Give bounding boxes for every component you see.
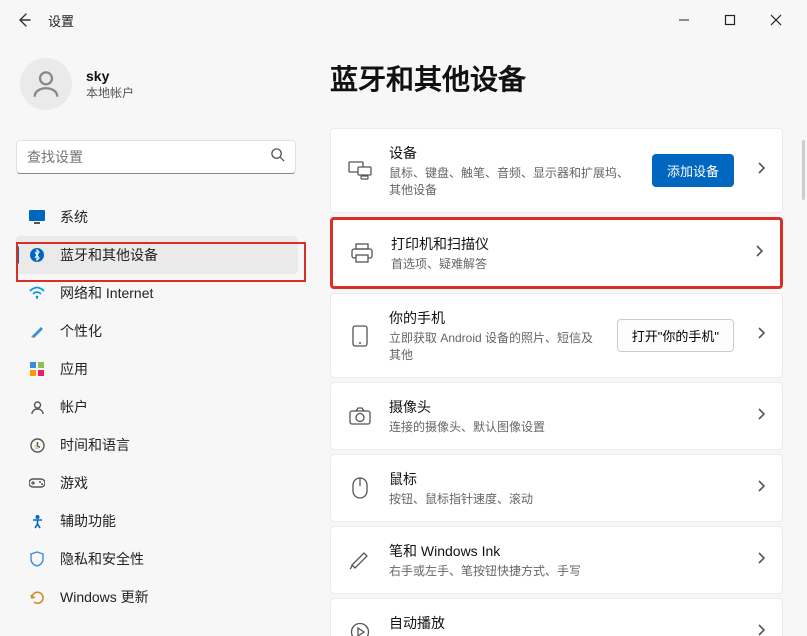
gaming-icon bbox=[28, 474, 46, 492]
accounts-icon bbox=[28, 398, 46, 416]
avatar bbox=[20, 58, 72, 110]
system-icon bbox=[28, 208, 46, 226]
phone-icon bbox=[347, 323, 373, 349]
maximize-button[interactable] bbox=[707, 4, 753, 36]
page-title: 蓝牙和其他设备 bbox=[330, 58, 783, 98]
nav-label: 时间和语言 bbox=[60, 435, 130, 455]
scrollbar-thumb[interactable] bbox=[802, 140, 805, 200]
nav-label: 辅助功能 bbox=[60, 511, 116, 531]
shield-icon bbox=[28, 550, 46, 568]
card-sub: 鼠标、键盘、触笔、音频、显示器和扩展坞、其他设备 bbox=[389, 164, 636, 198]
person-icon bbox=[29, 67, 63, 101]
minimize-icon bbox=[678, 14, 690, 26]
maximize-icon bbox=[724, 14, 736, 26]
card-title: 设备 bbox=[389, 143, 636, 163]
pen-icon bbox=[347, 547, 373, 573]
card-mouse[interactable]: 鼠标 按钮、鼠标指针速度、滚动 bbox=[330, 454, 783, 522]
chevron-right-icon bbox=[756, 551, 766, 570]
nav-label: 蓝牙和其他设备 bbox=[60, 245, 158, 265]
sidebar-item-update[interactable]: Windows 更新 bbox=[16, 578, 298, 616]
back-arrow-icon bbox=[16, 12, 32, 28]
card-phone[interactable]: 你的手机 立即获取 Android 设备的照片、短信及其他 打开"你的手机" bbox=[330, 293, 783, 378]
apps-icon bbox=[28, 360, 46, 378]
devices-icon bbox=[347, 158, 373, 184]
card-pen[interactable]: 笔和 Windows Ink 右手或左手、笔按钮快捷方式、手写 bbox=[330, 526, 783, 594]
chevron-right-icon bbox=[756, 479, 766, 498]
profile-sub: 本地帐户 bbox=[86, 84, 134, 101]
sidebar-item-apps[interactable]: 应用 bbox=[16, 350, 298, 388]
card-sub: 连接的摄像头、默认图像设置 bbox=[389, 418, 734, 435]
chevron-right-icon bbox=[754, 244, 764, 263]
card-devices[interactable]: 设备 鼠标、键盘、触笔、音频、显示器和扩展坞、其他设备 添加设备 bbox=[330, 128, 783, 213]
nav-label: 应用 bbox=[60, 359, 88, 379]
bluetooth-icon bbox=[28, 246, 46, 264]
sidebar-item-accessibility[interactable]: 辅助功能 bbox=[16, 502, 298, 540]
nav-label: 帐户 bbox=[60, 397, 88, 417]
sidebar-item-time[interactable]: 文 时间和语言 bbox=[16, 426, 298, 464]
nav-label: 网络和 Internet bbox=[60, 283, 153, 303]
sidebar-item-accounts[interactable]: 帐户 bbox=[16, 388, 298, 426]
card-title: 笔和 Windows Ink bbox=[389, 541, 734, 561]
printer-icon bbox=[349, 240, 375, 266]
main-content: 蓝牙和其他设备 设备 鼠标、键盘、触笔、音频、显示器和扩展坞、其他设备 添加设备… bbox=[310, 40, 807, 636]
card-autoplay[interactable]: 自动播放 可移动驱动器和内存卡的默认设置 bbox=[330, 598, 783, 636]
chevron-right-icon bbox=[756, 161, 766, 180]
svg-text:文: 文 bbox=[34, 444, 39, 451]
card-title: 你的手机 bbox=[389, 308, 601, 328]
clock-icon: 文 bbox=[28, 436, 46, 454]
back-button[interactable] bbox=[8, 4, 40, 36]
card-sub: 按钮、鼠标指针速度、滚动 bbox=[389, 490, 734, 507]
brush-icon bbox=[28, 322, 46, 340]
nav-label: 隐私和安全性 bbox=[60, 549, 144, 569]
profile-block[interactable]: sky 本地帐户 bbox=[16, 52, 310, 116]
wifi-icon bbox=[28, 284, 46, 302]
search-icon bbox=[270, 147, 285, 167]
title-bar: 设置 bbox=[0, 0, 807, 40]
search-box[interactable] bbox=[16, 140, 296, 174]
autoplay-icon bbox=[347, 619, 373, 636]
nav-label: 系统 bbox=[60, 207, 88, 227]
sidebar-item-privacy[interactable]: 隐私和安全性 bbox=[16, 540, 298, 578]
add-device-button[interactable]: 添加设备 bbox=[652, 154, 734, 187]
minimize-button[interactable] bbox=[661, 4, 707, 36]
card-sub: 首选项、疑难解答 bbox=[391, 255, 732, 272]
card-camera[interactable]: 摄像头 连接的摄像头、默认图像设置 bbox=[330, 382, 783, 450]
chevron-right-icon bbox=[756, 623, 766, 636]
accessibility-icon bbox=[28, 512, 46, 530]
camera-icon bbox=[347, 403, 373, 429]
card-title: 打印机和扫描仪 bbox=[391, 234, 732, 254]
card-title: 鼠标 bbox=[389, 469, 734, 489]
search-input[interactable] bbox=[27, 149, 270, 165]
open-phone-button[interactable]: 打开"你的手机" bbox=[617, 319, 734, 352]
card-sub: 右手或左手、笔按钮快捷方式、手写 bbox=[389, 562, 734, 579]
card-printers[interactable]: 打印机和扫描仪 首选项、疑难解答 bbox=[330, 217, 783, 289]
update-icon bbox=[28, 588, 46, 606]
sidebar-item-gaming[interactable]: 游戏 bbox=[16, 464, 298, 502]
sidebar-item-network[interactable]: 网络和 Internet bbox=[16, 274, 298, 312]
sidebar-item-bluetooth[interactable]: 蓝牙和其他设备 bbox=[16, 236, 298, 274]
sidebar: sky 本地帐户 系统 蓝牙和其他设备 网络和 Internet bbox=[0, 40, 310, 636]
sidebar-item-personalization[interactable]: 个性化 bbox=[16, 312, 298, 350]
close-button[interactable] bbox=[753, 4, 799, 36]
app-title: 设置 bbox=[48, 11, 74, 30]
mouse-icon bbox=[347, 475, 373, 501]
nav-label: 游戏 bbox=[60, 473, 88, 493]
profile-name: sky bbox=[86, 68, 134, 84]
nav-label: Windows 更新 bbox=[60, 587, 149, 607]
nav-list: 系统 蓝牙和其他设备 网络和 Internet 个性化 应用 帐户 bbox=[16, 198, 310, 616]
sidebar-item-system[interactable]: 系统 bbox=[16, 198, 298, 236]
chevron-right-icon bbox=[756, 326, 766, 345]
nav-label: 个性化 bbox=[60, 321, 102, 341]
chevron-right-icon bbox=[756, 407, 766, 426]
card-sub: 立即获取 Android 设备的照片、短信及其他 bbox=[389, 329, 601, 363]
close-icon bbox=[770, 14, 782, 26]
card-title: 自动播放 bbox=[389, 613, 734, 633]
card-title: 摄像头 bbox=[389, 397, 734, 417]
